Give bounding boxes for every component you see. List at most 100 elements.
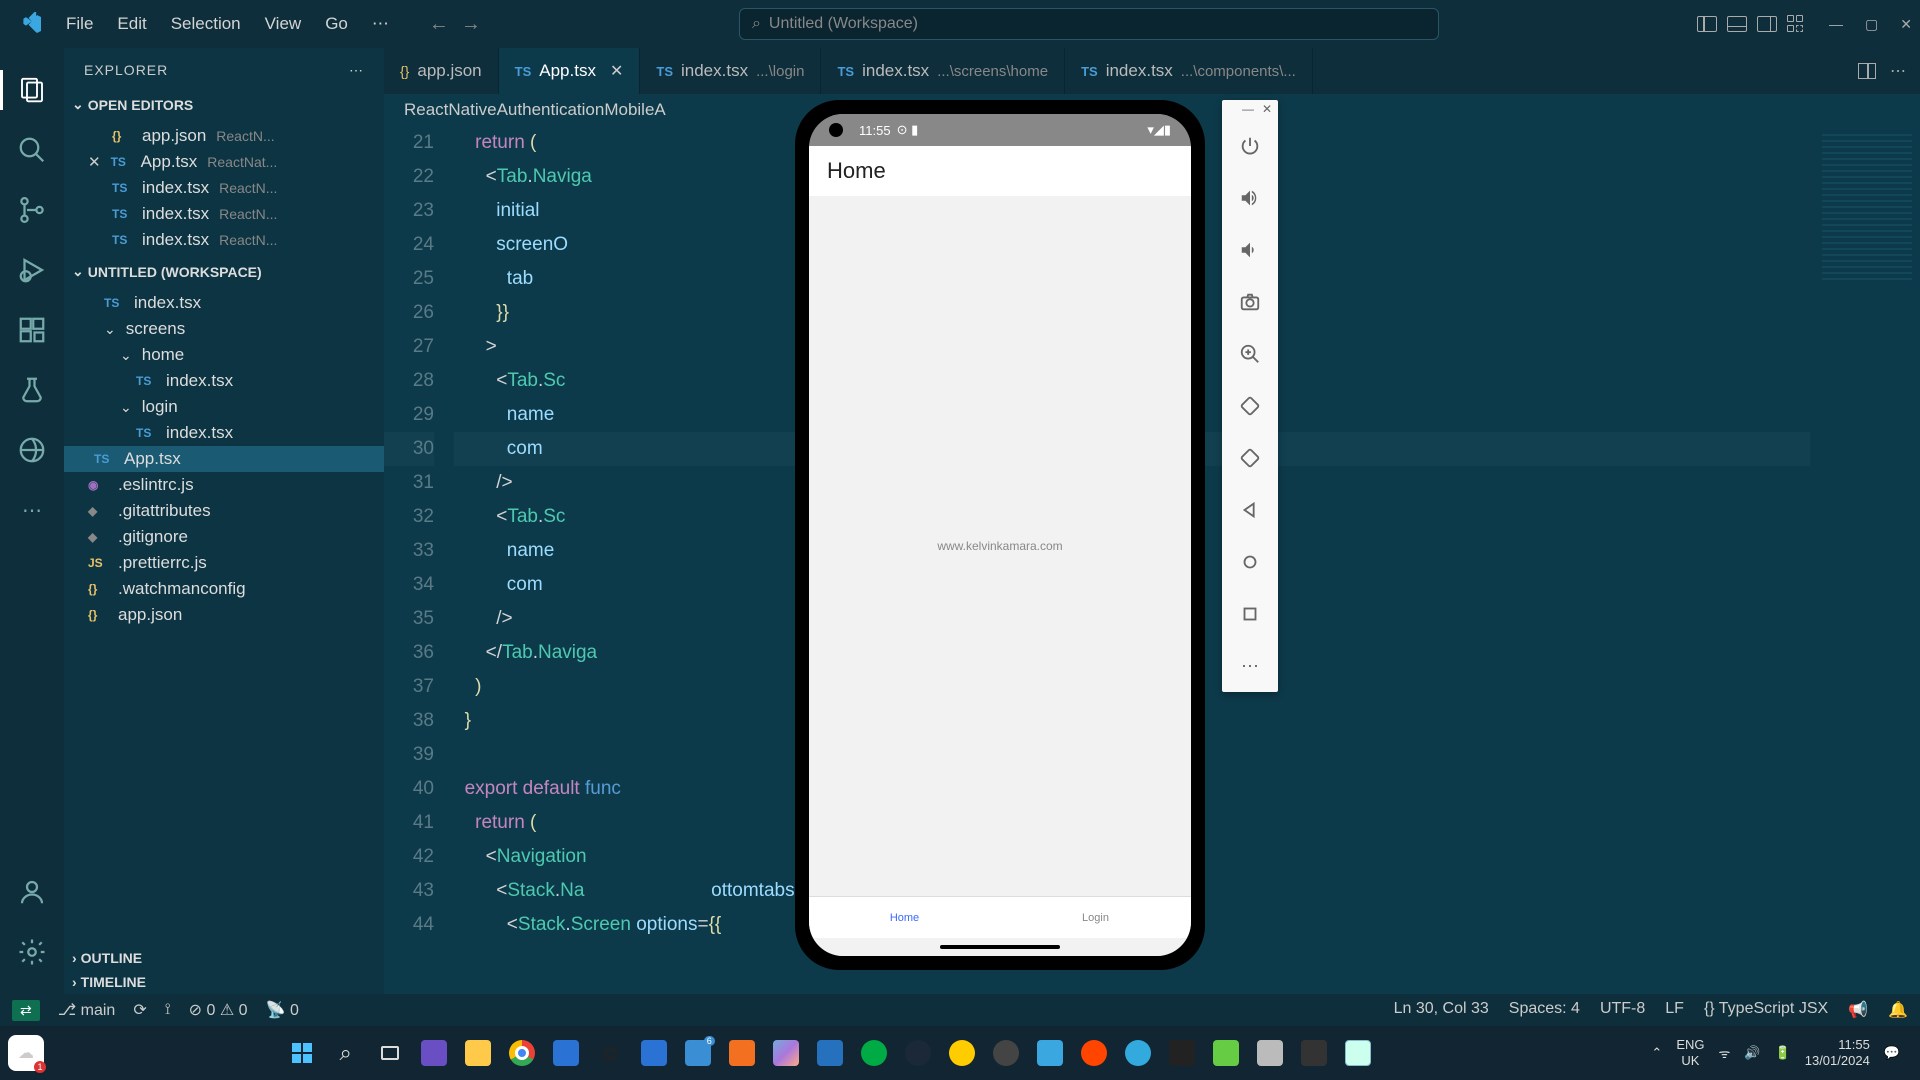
file-item[interactable]: {}.watchmanconfig <box>64 576 384 602</box>
editor-tab[interactable]: TSindex.tsx...\components\... <box>1065 48 1313 94</box>
close-icon[interactable]: ✕ <box>88 153 101 171</box>
cursor-position[interactable]: Ln 30, Col 33 <box>1394 1000 1489 1020</box>
open-editors-header[interactable]: ⌄OPEN EDITORS <box>64 92 384 117</box>
editor-tab[interactable]: TSindex.tsx...\login <box>640 48 821 94</box>
activity-explorer-icon[interactable] <box>8 66 56 114</box>
nav-forward-icon[interactable]: → <box>461 13 481 36</box>
file-item[interactable]: TSApp.tsx <box>64 446 384 472</box>
steam-icon[interactable] <box>899 1034 937 1072</box>
file-item[interactable]: ◆.gitignore <box>64 524 384 550</box>
menu-go[interactable]: Go <box>315 10 358 38</box>
language-indicator[interactable]: ENGUK <box>1676 1037 1704 1068</box>
menu-more[interactable]: ⋯ <box>362 10 399 38</box>
explorer-more-icon[interactable]: ⋯ <box>349 62 364 79</box>
command-center[interactable]: ⌕ Untitled (Workspace) <box>739 8 1439 40</box>
minimap[interactable] <box>1810 126 1920 994</box>
window-maximize-icon[interactable]: ▢ <box>1865 16 1878 33</box>
emulator-zoom-icon[interactable] <box>1222 328 1278 380</box>
emulator-rotate-right-icon[interactable] <box>1222 432 1278 484</box>
editor-tab[interactable]: TSApp.tsx✕ <box>499 48 641 94</box>
file-item[interactable]: TSindex.tsx <box>64 420 384 446</box>
emulator-close-icon[interactable]: ✕ <box>1262 102 1272 118</box>
volume-icon[interactable]: 🔊 <box>1744 1045 1760 1061</box>
taskbar-app-icon[interactable] <box>1119 1034 1157 1072</box>
dropbox-icon[interactable]: ⧈ <box>591 1034 629 1072</box>
layout-panel-icon[interactable] <box>1727 16 1747 32</box>
chrome-icon[interactable] <box>503 1034 541 1072</box>
close-icon[interactable]: ✕ <box>610 61 623 81</box>
activity-testing-icon[interactable] <box>8 366 56 414</box>
activity-account-icon[interactable] <box>8 868 56 916</box>
activity-extensions-icon[interactable] <box>8 306 56 354</box>
emulator-overview-icon[interactable] <box>1222 588 1278 640</box>
emulator-power-icon[interactable] <box>1222 120 1278 172</box>
timeline-header[interactable]: ›TIMELINE <box>64 970 384 994</box>
activity-settings-icon[interactable] <box>8 928 56 976</box>
taskbar-app-icon[interactable] <box>767 1034 805 1072</box>
powershell-icon[interactable] <box>811 1034 849 1072</box>
ports-icon[interactable]: ⟟ <box>165 1001 171 1019</box>
widgets-button[interactable]: ☁1 <box>8 1035 44 1071</box>
sync-icon[interactable]: ⟳ <box>133 1000 146 1020</box>
task-view-icon[interactable] <box>371 1034 409 1072</box>
taskbar-app-icon[interactable] <box>1207 1034 1245 1072</box>
feedback-icon[interactable]: 📢 <box>1848 1000 1868 1020</box>
xampp-icon[interactable] <box>723 1034 761 1072</box>
window-close-icon[interactable]: ✕ <box>1900 16 1912 33</box>
menu-view[interactable]: View <box>255 10 312 38</box>
file-explorer-icon[interactable] <box>459 1034 497 1072</box>
emulator-home-icon[interactable] <box>1222 536 1278 588</box>
tab-login[interactable]: Login <box>1000 897 1191 938</box>
file-item[interactable]: TSindex.tsx <box>64 368 384 394</box>
vscode-icon[interactable] <box>1031 1034 1069 1072</box>
taskbar-app-icon[interactable] <box>1163 1034 1201 1072</box>
taskbar-app-icon[interactable] <box>943 1034 981 1072</box>
menu-file[interactable]: File <box>56 10 103 38</box>
phone-navbar[interactable] <box>809 938 1191 956</box>
emulator-camera-icon[interactable] <box>1222 276 1278 328</box>
activity-more-icon[interactable]: ⋯ <box>8 486 56 534</box>
editor-tab[interactable]: {}app.json <box>384 48 499 94</box>
battery-icon[interactable]: 🔋 <box>1775 1045 1791 1061</box>
emulator-back-icon[interactable] <box>1222 484 1278 536</box>
outline-header[interactable]: ›OUTLINE <box>64 946 384 970</box>
file-item[interactable]: {}app.json <box>64 602 384 628</box>
emulator-volume-up-icon[interactable] <box>1222 172 1278 224</box>
activity-scm-icon[interactable] <box>8 186 56 234</box>
open-editor-item[interactable]: ✕TSApp.tsxReactNat... <box>64 149 384 175</box>
start-button[interactable] <box>283 1034 321 1072</box>
radio-tower-icon[interactable]: 📡 0 <box>266 1000 299 1020</box>
terminal-icon[interactable] <box>1295 1034 1333 1072</box>
taskbar-app-icon[interactable]: 6 <box>679 1034 717 1072</box>
clock[interactable]: 11:5513/01/2024 <box>1805 1037 1870 1068</box>
split-editor-icon[interactable] <box>1858 63 1876 79</box>
taskbar-search-icon[interactable]: ⌕ <box>327 1034 365 1072</box>
menu-selection[interactable]: Selection <box>161 10 251 38</box>
wifi-icon[interactable]: ᯤ <box>1718 1044 1730 1062</box>
notifications-icon[interactable]: 🔔 <box>1888 1000 1908 1020</box>
taskbar-app-icon[interactable] <box>1251 1034 1289 1072</box>
file-item[interactable]: ◆.gitattributes <box>64 498 384 524</box>
taskbar-app-icon[interactable] <box>855 1034 893 1072</box>
indentation[interactable]: Spaces: 4 <box>1509 1000 1580 1020</box>
tab-home[interactable]: Home <box>809 897 1000 938</box>
emulator-rotate-left-icon[interactable] <box>1222 380 1278 432</box>
reddit-icon[interactable] <box>1075 1034 1113 1072</box>
notification-center-icon[interactable]: 💬 <box>1884 1045 1900 1061</box>
git-branch[interactable]: ⎇ main <box>58 1000 116 1020</box>
file-item[interactable]: ◉.eslintrc.js <box>64 472 384 498</box>
window-minimize-icon[interactable]: — <box>1829 16 1843 33</box>
emulator-taskbar-icon[interactable] <box>1339 1034 1377 1072</box>
activity-docker-icon[interactable] <box>8 426 56 474</box>
file-item[interactable]: TSindex.tsx <box>64 290 384 316</box>
app-body[interactable]: www.kelvinkamara.com <box>809 196 1191 896</box>
problems[interactable]: ⊘ 0 ⚠ 0 <box>189 1000 248 1020</box>
open-editor-item[interactable]: TSindex.tsxReactN... <box>64 201 384 227</box>
taskbar-app-icon[interactable] <box>987 1034 1025 1072</box>
editor-tab[interactable]: TSindex.tsx...\screens\home <box>821 48 1065 94</box>
open-editor-item[interactable]: TSindex.tsxReactN... <box>64 175 384 201</box>
folder-item[interactable]: ⌄screens <box>64 316 384 342</box>
emulator-minimize-icon[interactable]: — <box>1242 102 1254 118</box>
nav-back-icon[interactable]: ← <box>429 13 449 36</box>
remote-button[interactable]: ⇄ <box>12 1000 40 1021</box>
